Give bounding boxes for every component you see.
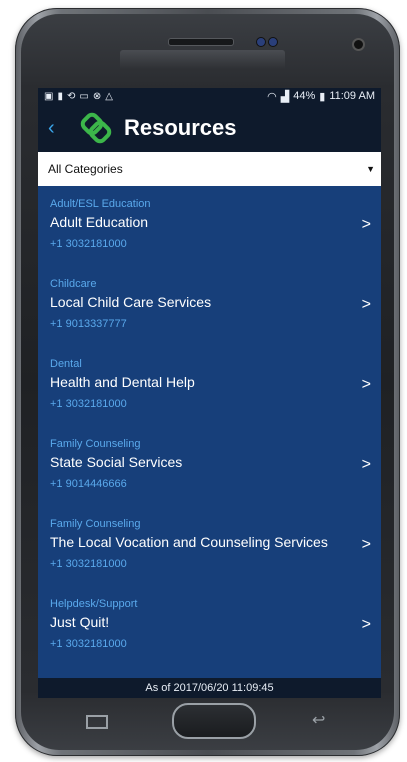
item-name: Just Quit! <box>50 614 110 630</box>
item-category: Dental <box>50 358 82 370</box>
battery-icon: ▮ <box>319 90 326 103</box>
proximity-sensor <box>256 37 266 47</box>
resource-list: Adult/ESL Education Adult Education +1 3… <box>38 186 381 674</box>
image-notification-icon: ▣ <box>44 90 54 102</box>
item-category: Family Counseling <box>50 438 141 450</box>
alert-icon: △ <box>105 90 113 102</box>
item-category: Adult/ESL Education <box>50 198 151 210</box>
sync-icon: ⟲ <box>66 90 76 102</box>
light-sensor <box>268 37 278 47</box>
item-name: Adult Education <box>50 214 149 230</box>
battery-percent: 44% <box>293 90 316 102</box>
app-notification-icon: ⊗ <box>92 90 102 102</box>
status-bar: ▣ ▮ ⟲ ▭ ⊗ △ ◠ ▟ 44% ▮ 11:09 AM <box>38 88 381 104</box>
chevron-right-icon[interactable]: > <box>362 456 371 474</box>
list-item[interactable]: Helpdesk/Support Just Quit! +1 303218100… <box>38 594 381 674</box>
item-phone[interactable]: +1 3032181000 <box>50 234 381 250</box>
screen: ▣ ▮ ⟲ ▭ ⊗ △ ◠ ▟ 44% ▮ 11:09 AM ‹ Resourc… <box>38 88 381 698</box>
item-category: Childcare <box>50 278 97 290</box>
item-name: Health and Dental Help <box>50 374 195 390</box>
notification-icons: ▣ ▮ ⟲ ▭ ⊗ △ <box>44 91 113 102</box>
front-camera <box>352 38 365 51</box>
wifi-icon: ◠ <box>267 90 277 103</box>
back-chevron-icon[interactable]: ‹ <box>48 117 78 140</box>
phone-top-panel <box>120 50 285 70</box>
recent-apps-key-icon[interactable] <box>86 715 108 729</box>
dropdown-caret-icon: ▼ <box>366 164 375 174</box>
chevron-right-icon[interactable]: > <box>362 616 371 634</box>
app-logo-icon <box>80 112 112 144</box>
item-phone[interactable]: +1 9013337777 <box>50 314 381 330</box>
back-key-icon[interactable]: ↩ <box>312 710 325 730</box>
chevron-right-icon[interactable]: > <box>362 216 371 234</box>
item-phone[interactable]: +1 3032181000 <box>50 634 381 650</box>
item-category: Family Counseling <box>50 518 141 530</box>
item-phone[interactable]: +1 9014446666 <box>50 474 381 490</box>
list-item[interactable]: Family Counseling The Local Vocation and… <box>38 514 381 594</box>
app-bar: ‹ Resources <box>38 104 381 152</box>
clock: 11:09 AM <box>329 90 375 102</box>
chevron-right-icon[interactable]: > <box>362 536 371 554</box>
last-updated-footer: As of 2017/06/20 11:09:45 <box>38 678 381 698</box>
category-selected: All Categories <box>48 162 123 176</box>
item-category: Helpdesk/Support <box>50 598 138 610</box>
item-phone[interactable]: +1 3032181000 <box>50 394 381 410</box>
earpiece-speaker <box>168 38 234 46</box>
item-name: State Social Services <box>50 454 183 470</box>
category-dropdown[interactable]: All Categories ▼ <box>38 152 381 186</box>
list-item[interactable]: Childcare Local Child Care Services +1 9… <box>38 274 381 354</box>
signal-icon: ▟ <box>280 90 290 103</box>
sd-card-icon: ▮ <box>57 90 63 102</box>
chevron-right-icon[interactable]: > <box>362 296 371 314</box>
item-name: Local Child Care Services <box>50 294 212 310</box>
system-status: ◠ ▟ 44% ▮ 11:09 AM <box>267 90 375 103</box>
gallery-notification-icon: ▭ <box>79 90 89 102</box>
page-title: Resources <box>124 115 237 140</box>
list-item[interactable]: Family Counseling State Social Services … <box>38 434 381 514</box>
list-item[interactable]: Dental Health and Dental Help +1 3032181… <box>38 354 381 434</box>
chevron-right-icon[interactable]: > <box>362 376 371 394</box>
home-button[interactable] <box>172 703 256 739</box>
item-phone[interactable]: +1 3032181000 <box>50 554 381 570</box>
item-name: The Local Vocation and Counseling Servic… <box>50 534 328 550</box>
list-item[interactable]: Adult/ESL Education Adult Education +1 3… <box>38 194 381 274</box>
